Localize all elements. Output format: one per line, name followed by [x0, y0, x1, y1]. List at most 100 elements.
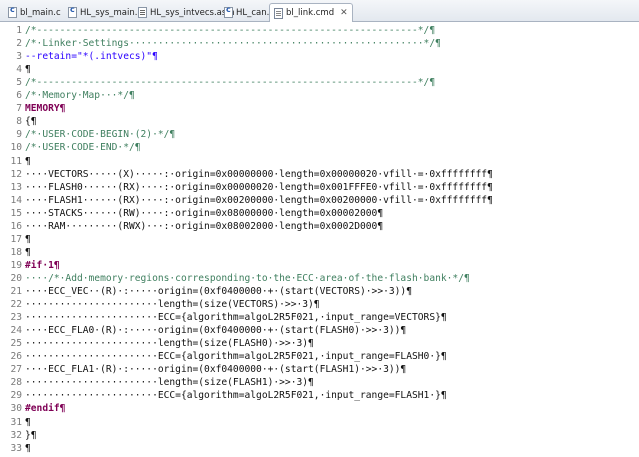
line-number: 17	[10, 233, 22, 245]
code-text: ¶	[25, 416, 31, 428]
code-line: 18 ¶	[0, 246, 639, 259]
line-number: 20	[10, 272, 22, 284]
code-text: ····RAM·········(RWX)···:·origin=0x08002…	[25, 220, 384, 232]
c-file-icon	[224, 5, 233, 18]
line-number: 25	[10, 338, 22, 350]
asm-file-icon	[138, 7, 147, 18]
code-text: ·······················ECC={algorithm=al…	[25, 312, 447, 324]
code-text: ·······················ECC={algorithm=al…	[25, 351, 447, 363]
code-line: 28 ·······················length=(size(FL…	[0, 376, 639, 389]
code-line: 1/*-------------------------------------…	[0, 24, 639, 37]
line-number: 5	[16, 77, 22, 89]
code-text: ·······················ECC={algorithm=al…	[25, 390, 447, 402]
code-line: 27 ····ECC_FLA1·(R)·:·····origin=(0xf0400…	[0, 363, 639, 376]
line-number: 18	[10, 246, 22, 258]
code-line: 20 ····/*·Add·memory·regions·correspondin…	[0, 272, 639, 285]
code-line: 7 MEMORY¶	[0, 102, 639, 115]
line-number: 1	[16, 25, 22, 36]
code-text: /*·Memory·Map···*/¶	[25, 90, 135, 102]
code-text: /*·USER·CODE·BEGIN·(2)·*/¶	[25, 129, 176, 141]
code-line: 23 ·······················ECC={algorithm=…	[0, 311, 639, 324]
close-tab-icon[interactable]: ✕	[340, 8, 348, 18]
code-text: /*·Linker·Settings······················…	[25, 38, 441, 50]
code-text: /*·USER·CODE·END·*/¶	[25, 142, 141, 154]
tab-bl-link-cmd[interactable]: bl_link.cmd ✕	[269, 3, 353, 22]
code-line: 30 #endif¶	[0, 402, 639, 415]
line-number: 16	[10, 220, 22, 232]
tab-label: bl_link.cmd	[286, 8, 335, 18]
code-text: MEMORY¶	[25, 103, 66, 115]
code-text: ¶	[25, 155, 31, 167]
code-text: }¶	[25, 429, 37, 441]
line-number: 29	[10, 390, 22, 402]
line-number: 26	[10, 351, 22, 363]
code-line: 5/*-------------------------------------…	[0, 76, 639, 89]
line-number: 33	[10, 442, 22, 454]
code-text: ·······················length=(size(FLAS…	[25, 377, 314, 389]
line-number: 28	[10, 377, 22, 389]
line-number: 10	[10, 142, 22, 154]
code-text: ····FLASH1······(RX)····:·origin=0x00200…	[25, 194, 493, 206]
code-editor[interactable]: 1/*-------------------------------------…	[0, 22, 639, 457]
line-number: 13	[10, 181, 22, 193]
code-text: #endif¶	[25, 403, 66, 415]
code-text: ····STACKS······(RW)····:·origin=0x08000…	[25, 207, 384, 219]
code-text: ····ECC_FLA0·(R)·:·····origin=(0xf040000…	[25, 325, 407, 337]
code-line: 12 ····VECTORS·····(X)·····:·origin=0x000…	[0, 168, 639, 181]
line-number: 12	[10, 168, 22, 180]
code-line: 32}¶	[0, 429, 639, 442]
code-text: ····ECC_FLA1·(R)·:·····origin=(0xf040000…	[25, 364, 407, 376]
line-number: 9	[16, 129, 22, 141]
line-number: 7	[16, 103, 22, 115]
code-text: /*--------------------------------------…	[25, 77, 436, 89]
line-number: 30	[10, 403, 22, 415]
line-number: 3	[16, 51, 22, 63]
line-number: 2	[16, 38, 22, 50]
tab-bl-main-c[interactable]: bl_main.c	[3, 3, 66, 21]
code-text: ¶	[25, 64, 31, 76]
code-line: 21 ····ECC_VEC··(R)·:·····origin=(0xf0400…	[0, 285, 639, 298]
editor-tab-bar: bl_main.cHL_sys_main.cHL_sys_intvecs.asm…	[0, 0, 639, 22]
code-text: ¶	[25, 442, 31, 454]
code-line: 19 #if·1¶	[0, 259, 639, 272]
code-line: 10/*·USER·CODE·END·*/¶	[0, 141, 639, 154]
code-line: 15 ····STACKS······(RW)····:·origin=0x080…	[0, 207, 639, 220]
code-line: 24 ····ECC_FLA0·(R)·:·····origin=(0xf0400…	[0, 324, 639, 337]
code-text: ¶	[25, 246, 31, 258]
line-number: 15	[10, 207, 22, 219]
c-file-icon	[8, 5, 17, 18]
code-line: 3 --retain="*(.intvecs)"¶	[0, 50, 639, 63]
line-number: 14	[10, 194, 22, 206]
code-line: 31 ¶	[0, 416, 639, 429]
line-number: 8	[16, 116, 22, 128]
code-text: {¶	[25, 116, 37, 128]
code-line: 14 ····FLASH1······(RX)····:·origin=0x002…	[0, 194, 639, 207]
line-number: 11	[10, 155, 22, 167]
code-text: /*--------------------------------------…	[25, 25, 436, 36]
code-line: 16 ····RAM·········(RWX)···:·origin=0x080…	[0, 220, 639, 233]
line-number: 19	[10, 259, 22, 271]
code-text: ·······················length=(size(FLAS…	[25, 338, 314, 350]
code-text: #if·1¶	[25, 259, 60, 271]
code-text: ·······················length=(size(VECT…	[25, 299, 320, 311]
code-line: 4 ¶	[0, 63, 639, 76]
code-text: --retain="*(.intvecs)"¶	[25, 51, 158, 63]
line-number: 24	[10, 325, 22, 337]
line-number: 23	[10, 312, 22, 324]
code-text: ····FLASH0······(RX)····:·origin=0x00000…	[25, 181, 493, 193]
code-text: ····ECC_VEC··(R)·:·····origin=(0xf040000…	[25, 286, 412, 297]
line-number: 4	[16, 64, 22, 76]
code-line: 33 ¶	[0, 442, 639, 455]
line-number: 6	[16, 90, 22, 102]
code-line: 11 ¶	[0, 155, 639, 168]
code-text: ¶	[25, 233, 31, 245]
line-number: 27	[10, 364, 22, 376]
code-line: 8 {¶	[0, 115, 639, 128]
tab-label: bl_main.c	[20, 7, 61, 18]
code-line: 2/*·Linker·Settings·····················…	[0, 37, 639, 50]
code-line: 17 ¶	[0, 233, 639, 246]
code-line: 29 ·······················ECC={algorithm=…	[0, 389, 639, 402]
line-number: 21	[10, 286, 22, 297]
code-line: 6/*·Memory·Map···*/¶	[0, 89, 639, 102]
line-number: 32	[10, 429, 22, 441]
